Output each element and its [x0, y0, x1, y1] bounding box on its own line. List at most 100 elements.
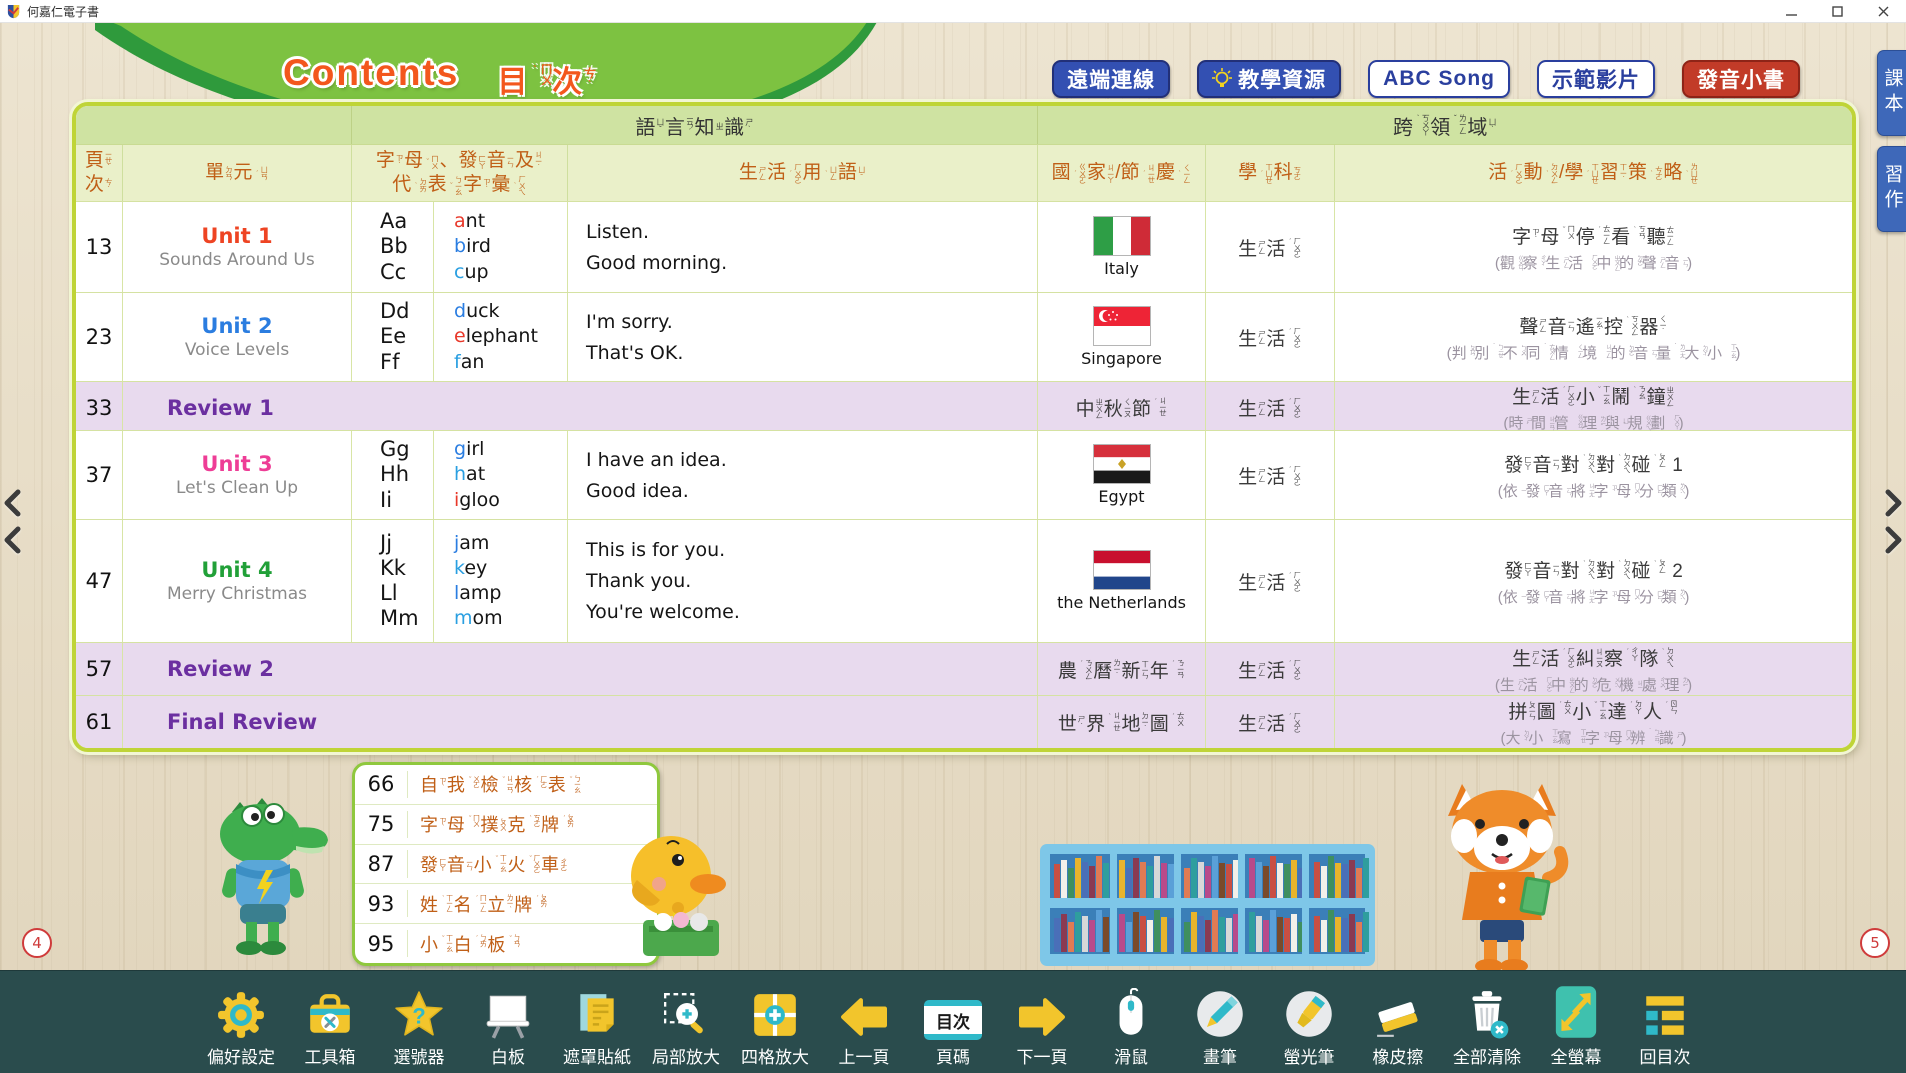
subject-cell: 生ㄕㄥ活ㄏㄨㄛˊ	[1206, 696, 1335, 748]
toc-row-review-p57[interactable]: 57 Review 2 農ㄋㄨㄥˊ曆ㄌㄧˋ新ㄒㄧㄣ年ㄋㄧㄢˊ生ㄕㄥ活ㄏㄨㄛˊ 生…	[76, 642, 1852, 695]
contents-subtitle: 目ㄇㄨˋ次ㄘˋ	[497, 57, 595, 101]
column-header-phrases: 生ㄕㄥ活ㄏㄨㄛˊ用ㄩㄥˋ語ㄩˇ	[568, 145, 1038, 201]
page-nav-left[interactable]	[1, 488, 23, 555]
toolbar-item-gear[interactable]: 偏好設定	[205, 986, 277, 1068]
toolbar-item-label: 回目次	[1640, 1043, 1691, 1068]
extras-item-93[interactable]: 93 姓ㄒㄧㄥˋ名ㄇㄧㄥˊ立ㄌㄧˋ牌ㄆㄞˊ	[355, 884, 657, 924]
country-cell: 世ㄕˋ界ㄐㄧㄝˋ地ㄉㄧˋ圖ㄊㄨˊ	[1038, 696, 1206, 748]
toolbar-item-zoom-quad[interactable]: 四格放大	[739, 986, 811, 1068]
group-header-cross-domain: 跨ㄎㄨㄚˋ領ㄌㄧㄥˇ域ㄩˋ	[1038, 106, 1852, 144]
top-button-abc-song[interactable]: ABC Song	[1368, 60, 1510, 98]
top-button-resources[interactable]: 教學資源	[1197, 60, 1341, 98]
review-label: Review 2	[167, 657, 274, 681]
extras-page-number: 93	[355, 892, 407, 916]
zoom-quad-icon	[750, 986, 800, 1040]
toolbar-item-pen[interactable]: 畫筆	[1184, 986, 1256, 1068]
toolbar-item-trash-clear[interactable]: 全部清除	[1451, 986, 1523, 1068]
activity-title: 生ㄕㄥ活ㄏㄨㄛˊ小ㄒㄧㄠˇ鬧ㄋㄠˋ鐘ㄓㄨㄥ	[1512, 382, 1675, 409]
activity-note: (依ㄧ發ㄈㄚ音ㄧㄣ將ㄐㄧㄤ字ㄗˋ母ㄇㄨˇ分ㄈㄣ類ㄌㄟˋ)	[1498, 586, 1690, 607]
chevron-right-icon	[1883, 488, 1905, 518]
group-header-language-knowledge: 語ㄩˇ言ㄧㄢˊ知ㄓ識ㄕˋ	[352, 106, 1038, 144]
toolbar-item-page-box[interactable]: 目次 頁碼	[917, 986, 989, 1068]
unit-cell: Unit 2 Voice Levels	[123, 293, 352, 381]
close-button[interactable]	[1860, 0, 1906, 22]
page-badge-left: 4	[22, 928, 52, 958]
arrow-right-icon	[1016, 986, 1068, 1040]
toolbar-item-eraser[interactable]: 橡皮擦	[1362, 986, 1434, 1068]
toc-row-unit-p13[interactable]: 13 Unit 1 Sounds Around Us AaBbCc antbir…	[76, 201, 1852, 292]
extras-item-95[interactable]: 95 小ㄒㄧㄠˇ白ㄅㄞˊ板ㄅㄢˇ	[355, 924, 657, 963]
country-cell: the Netherlands	[1038, 520, 1206, 642]
column-header-unit: 單ㄉㄢ元ㄩㄢˊ	[123, 145, 352, 201]
extras-item-75[interactable]: 75 字ㄗˋ母ㄇㄨˇ撲ㄆㄨ克ㄎㄜˋ牌ㄆㄞˊ	[355, 805, 657, 845]
subject-cell: 生ㄕㄥ活ㄏㄨㄛˊ	[1206, 431, 1335, 519]
page-cell: 61	[76, 696, 123, 748]
country-label: Egypt	[1098, 487, 1144, 506]
unit-label: Unit 3	[201, 452, 272, 476]
extras-item-87[interactable]: 87 發ㄈㄚ音ㄧㄣ小ㄒㄧㄠˇ火ㄏㄨㄛˇ車ㄔㄜ	[355, 845, 657, 885]
side-tab-workbook[interactable]: 習作	[1877, 146, 1906, 232]
toolbar-item-label: 上一頁	[839, 1043, 890, 1068]
toolbar-item-label: 全螢幕	[1551, 1043, 1602, 1068]
column-header-country: 國ㄍㄨㄛˊ家ㄐㄧㄚ/節ㄐㄧㄝˊ慶ㄑㄧㄥˋ	[1038, 145, 1206, 201]
top-button-phonics-book[interactable]: 發音小書	[1682, 60, 1800, 98]
top-button-label: ABC Song	[1383, 67, 1495, 91]
unit-cell: Unit 3 Let's Clean Up	[123, 431, 352, 519]
toolbar-item-sticky-notes[interactable]: 遮罩貼紙	[561, 986, 633, 1068]
toolbar-item-label: 局部放大	[652, 1043, 720, 1068]
page-badge-right: 5	[1860, 928, 1890, 958]
toolbar-item-toolbox[interactable]: 工具箱	[294, 986, 366, 1068]
svg-text:?: ?	[412, 1003, 425, 1028]
review-cell: Final Review	[123, 696, 1038, 748]
arrow-left-icon	[838, 986, 890, 1040]
toolbar-item-list-back[interactable]: 回目次	[1629, 986, 1701, 1068]
toolbar-item-arrow-right[interactable]: 下一頁	[1006, 986, 1078, 1068]
singapore-flag-icon	[1093, 306, 1151, 346]
minimize-button[interactable]	[1768, 0, 1814, 22]
group-header-empty	[76, 106, 352, 144]
column-header-activity: 活ㄏㄨㄛˊ動ㄉㄨㄥˋ/學ㄒㄩㄝˊ習ㄒㄧˊ策ㄘㄜˋ略ㄌㄩㄝˋ	[1335, 145, 1852, 201]
zoom-partial-icon	[660, 986, 712, 1040]
extras-item-66[interactable]: 66 自ㄗˋ我ㄨㄛˇ檢ㄐㄧㄢˇ核ㄏㄜˊ表ㄅㄧㄠˇ	[355, 765, 657, 805]
toolbar-item-arrow-left[interactable]: 上一頁	[828, 986, 900, 1068]
toolbar-item-label: 橡皮擦	[1373, 1043, 1424, 1068]
trash-clear-icon	[1462, 986, 1512, 1040]
review-cell: Review 1	[123, 382, 1038, 433]
toc-row-unit-p23[interactable]: 23 Unit 2 Voice Levels DdEeFf duckelepha…	[76, 292, 1852, 381]
review-label: Review 1	[167, 396, 274, 420]
toolbar-item-whiteboard[interactable]: 白板	[472, 986, 544, 1068]
top-button-label: 遠端連線	[1067, 64, 1155, 94]
unit-label: Unit 2	[201, 314, 272, 338]
top-button-demo-video[interactable]: 示範影片	[1537, 60, 1655, 98]
chevron-left-icon	[1, 525, 23, 555]
toolbar-item-fullscreen[interactable]: 全螢幕	[1540, 986, 1612, 1068]
review-cell: Review 2	[123, 643, 1038, 695]
column-header-letters: 字ㄗˋ母ㄇㄨˇ、發ㄈㄚ音ㄧㄣ及ㄐㄧˊ代ㄉㄞˋ表ㄅㄧㄠˇ字ㄗˋ彙ㄏㄨㄟˋ	[352, 145, 568, 201]
activity-title: 生ㄕㄥ活ㄏㄨㄛˊ糾ㄐㄧㄡ察ㄔㄚˊ隊ㄉㄨㄟˋ	[1512, 644, 1675, 671]
toolbar-item-label: 工具箱	[305, 1043, 356, 1068]
toc-row-unit-p37[interactable]: 37 Unit 3 Let's Clean Up GgHhIi girlhati…	[76, 430, 1852, 519]
toc-row-unit-p47[interactable]: 47 Unit 4 Merry Christmas JjKkLlMm jamke…	[76, 519, 1852, 642]
top-button-remote[interactable]: 遠端連線	[1052, 60, 1170, 98]
extras-page-number: 75	[355, 812, 407, 836]
toolbar-item-mouse[interactable]: 滑鼠	[1095, 986, 1167, 1068]
toolbar-item-star-question[interactable]: ? 選號器	[383, 986, 455, 1068]
top-button-label: 教學資源	[1238, 64, 1326, 94]
activity-cell: 生ㄕㄥ活ㄏㄨㄛˊ糾ㄐㄧㄡ察ㄔㄚˊ隊ㄉㄨㄟˋ (生ㄕㄥ活ㄏㄨㄛˊ中ㄓㄨㄥ的ㄉㄜ˙危…	[1335, 643, 1852, 695]
page-nav-right[interactable]	[1883, 488, 1905, 555]
letters-cell: DdEeFf	[352, 293, 434, 381]
toolbar-item-highlighter[interactable]: 螢光筆	[1273, 986, 1345, 1068]
side-tab-textbook[interactable]: 課本	[1877, 50, 1906, 136]
toc-row-review-p61[interactable]: 61 Final Review 世ㄕˋ界ㄐㄧㄝˋ地ㄉㄧˋ圖ㄊㄨˊ生ㄕㄥ活ㄏㄨㄛˊ…	[76, 695, 1852, 748]
country-cell: 農ㄋㄨㄥˊ曆ㄌㄧˋ新ㄒㄧㄣ年ㄋㄧㄢˊ	[1038, 643, 1206, 695]
subject-cell: 生ㄕㄥ活ㄏㄨㄛˊ	[1206, 293, 1335, 381]
contents-table: 語ㄩˇ言ㄧㄢˊ知ㄓ識ㄕˋ 跨ㄎㄨㄚˋ領ㄌㄧㄥˇ域ㄩˋ 頁ㄧㄝˋ次ㄘˋ 單ㄉㄢ元ㄩ…	[72, 102, 1856, 752]
maximize-button[interactable]	[1814, 0, 1860, 22]
country-cell: Italy	[1038, 202, 1206, 292]
eraser-icon	[1372, 986, 1424, 1040]
toolbar-item-zoom-partial[interactable]: 局部放大	[650, 986, 722, 1068]
bookshelf-illustration	[1040, 844, 1375, 971]
toc-row-review-p33[interactable]: 33 Review 1 中ㄓㄨㄥ秋ㄑㄧㄡ節ㄐㄧㄝˊ生ㄕㄥ活ㄏㄨㄛˊ 生ㄕㄥ活ㄏㄨ…	[76, 381, 1852, 430]
activity-title: 發ㄈㄚ音ㄧㄣ對ㄉㄨㄟˋ對ㄉㄨㄟˋ碰ㄆㄥˋ 2	[1504, 556, 1683, 583]
page-cell: 33	[76, 382, 123, 433]
